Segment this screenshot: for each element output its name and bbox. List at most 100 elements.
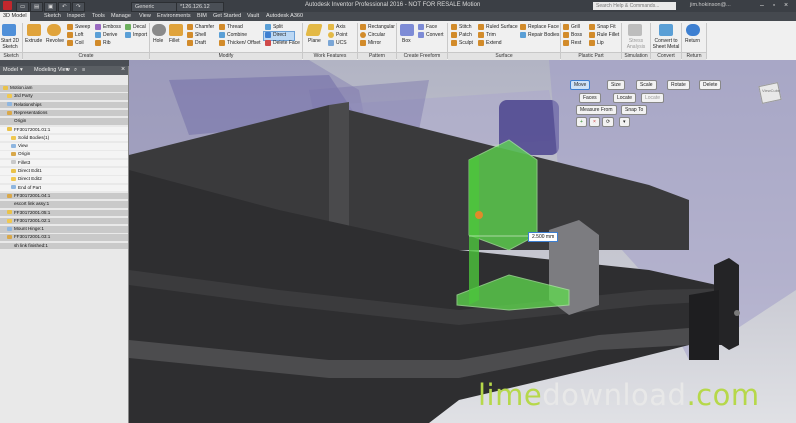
locate-button[interactable]: Locate xyxy=(613,93,637,103)
options-icon[interactable]: ⟳ xyxy=(602,117,615,127)
mirror-button[interactable]: Mirror xyxy=(368,40,381,46)
revolve-button[interactable]: Revolve xyxy=(46,38,64,44)
browser-tree-item[interactable]: Direct Edit1 xyxy=(0,168,128,175)
shell-button[interactable]: Shell xyxy=(195,32,206,38)
measure-from-button[interactable]: Measure From xyxy=(576,105,617,115)
axis-button[interactable]: Axis xyxy=(336,24,345,30)
convert-sheet-metal-icon[interactable] xyxy=(659,24,673,36)
plane-icon[interactable] xyxy=(305,24,323,36)
browser-tree-item[interactable]: FF30172001.04:1 xyxy=(0,192,128,200)
fillet-button[interactable]: Fillet xyxy=(169,38,180,44)
lip-button[interactable]: Lip xyxy=(597,40,604,46)
loft-button[interactable]: Loft xyxy=(75,32,83,38)
box-icon[interactable] xyxy=(400,24,414,36)
maximize-icon[interactable]: ▫ xyxy=(769,1,779,10)
fillet-icon[interactable] xyxy=(169,24,183,36)
browser-tree-item[interactable]: FF30172001.01:1 xyxy=(0,126,128,134)
snap-fit-button[interactable]: Snap Fit xyxy=(597,24,616,30)
patch-button[interactable]: Patch xyxy=(459,32,472,38)
tab-vault[interactable]: Vault xyxy=(244,12,262,21)
combine-button[interactable]: Combine xyxy=(227,32,247,38)
repair-bodies-button[interactable]: Repair Bodies xyxy=(528,32,559,38)
rib-button[interactable]: Rib xyxy=(103,40,111,46)
browser-tree-item[interactable]: sh link finished:1 xyxy=(0,242,128,250)
selected-part-body[interactable] xyxy=(468,139,538,251)
coil-button[interactable]: Coil xyxy=(75,40,84,46)
browser-tree-item[interactable]: escort link assy:1 xyxy=(0,201,128,208)
browser-tree-item[interactable]: FF30172001.03:1 xyxy=(0,234,128,241)
cancel-icon[interactable]: × xyxy=(589,117,600,127)
dimension-input[interactable]: 2.500 mm xyxy=(528,232,559,242)
stress-analysis-icon[interactable] xyxy=(628,24,642,36)
thread-button[interactable]: Thread xyxy=(227,24,243,30)
import-button[interactable]: Import xyxy=(133,32,147,38)
tab-manage[interactable]: Manage xyxy=(108,12,134,21)
convert-sheet-metal-button[interactable]: Convert to Sheet Metal xyxy=(651,38,681,50)
scale-button[interactable]: Scale xyxy=(636,80,657,90)
close-icon[interactable]: × xyxy=(781,1,791,10)
hole-icon[interactable] xyxy=(152,24,166,36)
sculpt-button[interactable]: Sculpt xyxy=(459,40,473,46)
revolve-icon[interactable] xyxy=(47,24,61,36)
stress-analysis-button[interactable]: Stress Analysis xyxy=(624,38,648,50)
tab-get-started[interactable]: Get Started xyxy=(210,12,244,21)
delete-button[interactable]: Delete xyxy=(699,80,722,90)
apply-icon[interactable]: + xyxy=(576,117,587,127)
rule-fillet-button[interactable]: Rule Fillet xyxy=(597,32,619,38)
sweep-button[interactable]: Sweep xyxy=(75,24,90,30)
return-icon[interactable] xyxy=(686,24,700,36)
app-logo-icon[interactable] xyxy=(3,1,12,10)
tab-sketch[interactable]: Sketch xyxy=(41,12,64,21)
point-button[interactable]: Point xyxy=(336,32,347,38)
search-icon[interactable]: ⌕ xyxy=(74,67,77,74)
convert-freeform-button[interactable]: Convert xyxy=(426,32,444,38)
browser-tree-item[interactable]: 3rd Party xyxy=(0,93,128,100)
circular-pattern-button[interactable]: Circular xyxy=(368,32,385,38)
boss-button[interactable]: Boss xyxy=(571,32,582,38)
plane-button[interactable]: Plane xyxy=(308,38,321,44)
browser-tree-item[interactable]: End of Part xyxy=(0,184,128,192)
locate-dropdown[interactable]: Locate xyxy=(641,93,665,103)
browser-tree-item[interactable]: Relationships xyxy=(0,101,128,109)
tab-3d-model[interactable]: 3D Model xyxy=(0,12,30,21)
more-options-icon[interactable]: ▾ xyxy=(619,117,630,127)
derive-button[interactable]: Derive xyxy=(103,32,117,38)
user-sign-in[interactable]: jim.hokinson@... xyxy=(690,2,731,8)
quick-access-new-icon[interactable]: ▭ xyxy=(16,2,30,12)
view-cube-icon[interactable]: ViewCube xyxy=(757,80,783,104)
browser-close-icon[interactable]: × xyxy=(121,66,125,73)
browser-tree-item[interactable]: FF30172001.02:1 xyxy=(0,217,128,225)
browser-tree-item[interactable]: Motion.iam xyxy=(0,85,128,92)
decal-button[interactable]: Decal xyxy=(133,24,146,30)
emboss-button[interactable]: Emboss xyxy=(103,24,121,30)
face-button[interactable]: Face xyxy=(426,24,437,30)
thicken-offset-button[interactable]: Thicken/ Offset xyxy=(227,40,261,46)
rest-button[interactable]: Rest xyxy=(571,40,581,46)
rectangular-pattern-button[interactable]: Rectangular xyxy=(368,24,395,30)
return-button[interactable]: Return xyxy=(685,38,700,44)
menu-icon[interactable]: ≡ xyxy=(82,67,85,73)
manipulator-handle[interactable] xyxy=(475,211,483,219)
help-search-input[interactable]: Search Help & Commands... xyxy=(593,2,676,10)
extrude-icon[interactable] xyxy=(27,24,41,36)
stitch-button[interactable]: Stitch xyxy=(459,24,472,30)
hole-button[interactable]: Hole xyxy=(153,38,163,44)
browser-view-dropdown[interactable]: Modeling View xyxy=(34,67,70,73)
faces-dropdown[interactable]: Faces xyxy=(579,93,601,103)
extrude-button[interactable]: Extrude xyxy=(25,38,42,44)
browser-tree-item[interactable]: Origin xyxy=(0,118,128,125)
split-button[interactable]: Split xyxy=(273,24,283,30)
extend-button[interactable]: Extend xyxy=(486,40,502,46)
filter-icon[interactable]: ▾ xyxy=(20,67,23,73)
box-button[interactable]: Box xyxy=(402,38,411,44)
model-canvas[interactable] xyxy=(129,60,796,423)
quick-access-save-icon[interactable]: ▣ xyxy=(44,2,58,12)
tab-view[interactable]: View xyxy=(136,12,154,21)
chamfer-button[interactable]: Chamfer xyxy=(195,24,214,30)
move-button[interactable]: Move xyxy=(570,80,591,90)
browser-tree-item[interactable]: Fillet3 xyxy=(0,159,128,167)
browser-tree-item[interactable]: FF30172001.05:1 xyxy=(0,209,128,217)
browser-tree-item[interactable]: Solid Bodies(1) xyxy=(0,134,128,142)
rotate-button[interactable]: Rotate xyxy=(667,80,690,90)
ruled-surface-button[interactable]: Ruled Surface xyxy=(486,24,518,30)
